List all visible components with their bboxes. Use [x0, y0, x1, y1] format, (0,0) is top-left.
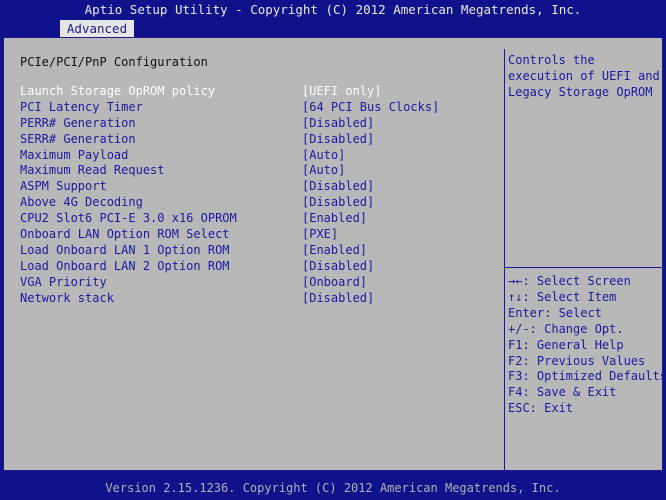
version-footer: Version 2.15.1236. Copyright (C) 2012 Am… — [105, 481, 561, 495]
setting-launch-storage-oprom-policy[interactable]: Launch Storage OpROM policy [UEFI only] — [20, 84, 500, 100]
setting-value[interactable]: [Enabled] — [302, 243, 367, 257]
setting-pci-latency-timer[interactable]: PCI Latency Timer [64 PCI Bus Clocks] — [20, 100, 500, 116]
setting-label: Launch Storage OpROM policy — [20, 84, 216, 98]
setting-value[interactable]: [Auto] — [302, 163, 345, 177]
key-change-opt: +/-: Change Opt. — [508, 321, 624, 336]
setting-label: SERR# Generation — [20, 131, 136, 146]
setting-label: ASPM Support — [20, 179, 107, 194]
setting-label: PERR# Generation — [20, 115, 136, 130]
setting-perr-generation[interactable]: PERR# Generation [Disabled] — [20, 116, 500, 132]
setting-label: CPU2 Slot6 PCI-E 3.0 x16 OPROM — [20, 211, 237, 226]
help-line: Controls the — [508, 53, 595, 67]
setting-load-onboard-lan2-option-rom[interactable]: Load Onboard LAN 2 Option ROM [Disabled] — [20, 259, 500, 275]
setting-value[interactable]: [Disabled] — [302, 259, 374, 273]
key-optimized-defaults: F3: Optimized Defaults — [508, 369, 666, 384]
setting-label: Onboard LAN Option ROM Select — [20, 227, 230, 242]
setting-label: Maximum Read Request — [20, 163, 165, 178]
setting-label: VGA Priority — [20, 274, 107, 289]
setting-above-4g-decoding[interactable]: Above 4G Decoding [Disabled] — [20, 195, 500, 211]
settings-list: Launch Storage OpROM policy [UEFI only] … — [20, 84, 500, 306]
key-save-exit: F4: Save & Exit — [508, 385, 617, 400]
main-panel: PCIe/PCI/PnP Configuration Launch Storag… — [3, 37, 666, 472]
key-enter-select: Enter: Select — [508, 305, 602, 320]
setting-value[interactable]: [Disabled] — [302, 132, 374, 146]
setting-value[interactable]: [Auto] — [302, 148, 345, 162]
setting-maximum-payload[interactable]: Maximum Payload [Auto] — [20, 148, 500, 164]
setting-serr-generation[interactable]: SERR# Generation [Disabled] — [20, 132, 500, 148]
setting-value[interactable]: [Disabled] — [302, 195, 374, 209]
setting-label: Load Onboard LAN 2 Option ROM — [20, 258, 230, 273]
key-esc-exit: ESC: Exit — [508, 401, 574, 416]
app-title: Aptio Setup Utility - Copyright (C) 2012… — [84, 2, 582, 17]
setting-label: Above 4G Decoding — [20, 195, 143, 210]
key-previous-values: F2: Previous Values — [508, 353, 646, 368]
setting-network-stack[interactable]: Network stack [Disabled] — [20, 291, 500, 307]
setting-onboard-lan-option-rom-select[interactable]: Onboard LAN Option ROM Select [PXE] — [20, 227, 500, 243]
setting-label: Network stack — [20, 290, 114, 305]
key-select-screen: →←: Select Screen — [508, 274, 631, 288]
setting-value[interactable]: [Enabled] — [302, 211, 367, 225]
panel-divider — [504, 49, 505, 472]
page-title: PCIe/PCI/PnP Configuration — [20, 55, 208, 69]
help-divider — [504, 267, 663, 268]
key-legend: →←: Select Screen ↑↓: Select Item Enter:… — [508, 274, 666, 417]
help-line: Legacy Storage OpROM — [508, 84, 653, 99]
key-select-item: ↑↓: Select Item — [508, 289, 617, 304]
setting-maximum-read-request[interactable]: Maximum Read Request [Auto] — [20, 163, 500, 179]
key-general-help: F1: General Help — [508, 337, 624, 352]
setting-vga-priority[interactable]: VGA Priority [Onboard] — [20, 275, 500, 291]
setting-value[interactable]: [Onboard] — [302, 275, 367, 289]
setting-value[interactable]: [Disabled] — [302, 291, 374, 305]
tab-advanced[interactable]: Advanced — [60, 20, 134, 37]
setting-value[interactable]: [64 PCI Bus Clocks] — [302, 100, 439, 114]
setting-value[interactable]: [Disabled] — [302, 116, 374, 130]
setting-value[interactable]: [PXE] — [302, 227, 338, 241]
setting-label: Load Onboard LAN 1 Option ROM — [20, 242, 230, 257]
help-text: Controls the execution of UEFI and Legac… — [508, 53, 660, 100]
help-line: execution of UEFI and — [508, 68, 660, 83]
setting-value[interactable]: [Disabled] — [302, 179, 374, 193]
setting-label: PCI Latency Timer — [20, 99, 143, 114]
setting-cpu2-slot6-oprom[interactable]: CPU2 Slot6 PCI-E 3.0 x16 OPROM [Enabled] — [20, 211, 500, 227]
setting-value[interactable]: [UEFI only] — [302, 84, 381, 98]
setting-load-onboard-lan1-option-rom[interactable]: Load Onboard LAN 1 Option ROM [Enabled] — [20, 243, 500, 259]
setting-label: Maximum Payload — [20, 147, 129, 162]
setting-aspm-support[interactable]: ASPM Support [Disabled] — [20, 179, 500, 195]
